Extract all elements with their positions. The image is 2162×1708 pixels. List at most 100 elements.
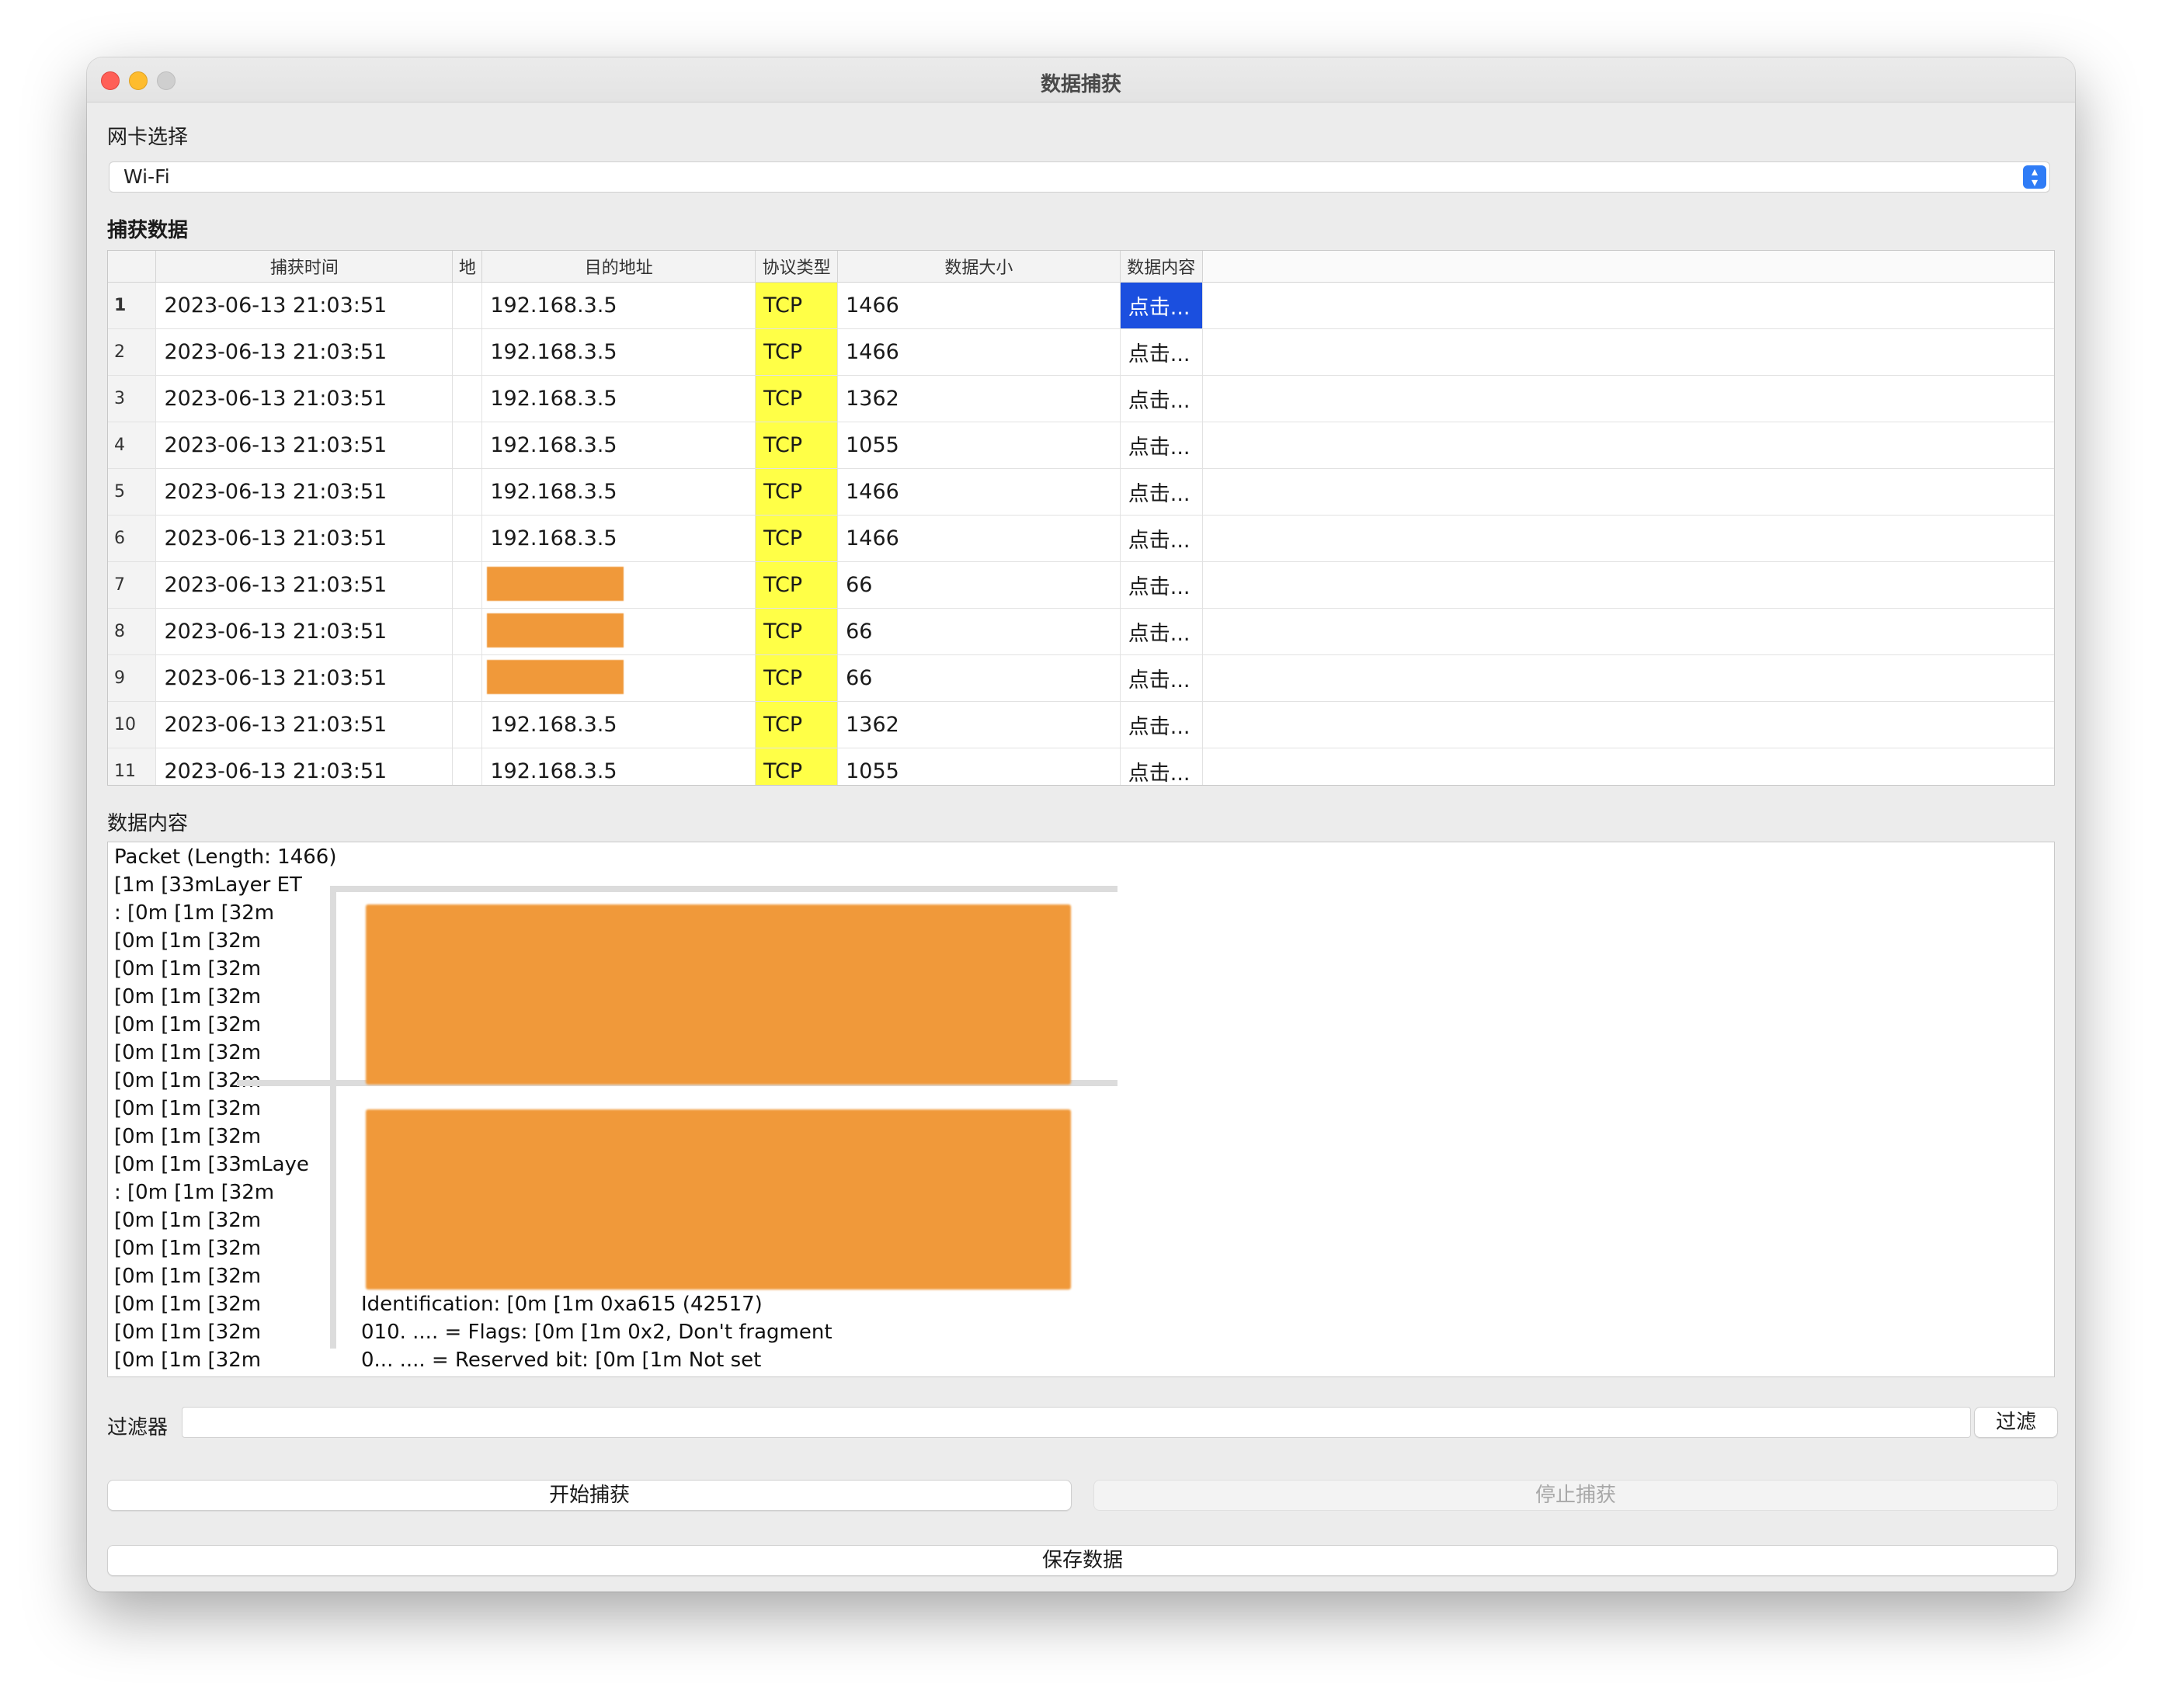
- window-title: 数据捕获: [1040, 73, 1121, 96]
- detail-line: [0m [1m [32m: [114, 1209, 262, 1232]
- nic-label: 网卡选择: [107, 126, 189, 149]
- size-cell: 1466: [837, 468, 1121, 516]
- destination-cell: [481, 608, 756, 655]
- row-number: 7: [108, 561, 157, 609]
- capture-time-cell: 2023-06-13 21:03:51: [155, 701, 454, 748]
- source-cell: [452, 375, 483, 422]
- content-link-cell[interactable]: 点击...: [1120, 375, 1203, 422]
- column-header-time[interactable]: 捕获时间: [155, 251, 454, 283]
- empty-cell: [1202, 468, 2054, 516]
- content-link-cell[interactable]: 点击...: [1120, 608, 1203, 655]
- content-link-cell[interactable]: 点击...: [1120, 654, 1203, 702]
- protocol-cell: TCP: [755, 282, 839, 329]
- row-number: 10: [108, 701, 157, 748]
- content-link-cell[interactable]: 点击...: [1120, 328, 1203, 376]
- detail-line: [0m [1m [32m: [114, 985, 262, 1008]
- content-link-cell[interactable]: 点击...: [1120, 561, 1203, 609]
- packet-detail-view[interactable]: [0m [1m [32m [0m [1m [32m [0m [1m [32m […: [107, 842, 2055, 1377]
- detail-line: [0m [1m [32m: [114, 957, 262, 981]
- detail-line: [0m [1m [32m: [114, 1349, 262, 1372]
- detail-line: : [0m [1m [32m: [114, 1181, 275, 1204]
- column-header-destination[interactable]: 目的地址: [481, 251, 756, 283]
- protocol-cell: TCP: [755, 422, 839, 469]
- source-cell: [452, 328, 483, 376]
- column-header-source[interactable]: 地: [452, 251, 483, 283]
- column-header-size[interactable]: 数据大小: [837, 251, 1121, 283]
- empty-cell: [1202, 515, 2054, 562]
- content-link-cell[interactable]: 点击...: [1120, 468, 1203, 516]
- start-capture-button[interactable]: 开始捕获: [107, 1480, 1072, 1511]
- app-window: 数据捕获 网卡选择 Wi-Fi ▴ ▾ 捕获数据 捕获时间 地 目的地址 协议类型…: [87, 57, 2075, 1592]
- title-bar: 数据捕获: [87, 57, 2075, 102]
- size-cell: 1466: [837, 515, 1121, 562]
- protocol-cell: TCP: [755, 701, 839, 748]
- size-cell: 1055: [837, 422, 1121, 469]
- protocol-cell: TCP: [755, 328, 839, 376]
- table-row[interactable]: 5 2023-06-13 21:03:51 192.168.3.5 TCP 1466 点击…: [108, 468, 2054, 516]
- destination-cell: 192.168.3.5: [481, 701, 756, 748]
- tree-guide-line: [330, 887, 336, 1349]
- table-row[interactable]: 4 2023-06-13 21:03:51 192.168.3.5 TCP 1055 点击…: [108, 422, 2054, 469]
- detail-line: [0m [1m [32m: [114, 1125, 262, 1148]
- table-row[interactable]: 11 2023-06-13 21:03:51 192.168.3.5 TCP 1055 点…: [108, 748, 2054, 785]
- filter-label: 过滤器: [107, 1416, 169, 1439]
- source-cell: [452, 748, 483, 785]
- source-cell: [452, 515, 483, 562]
- empty-cell: [1202, 561, 2054, 609]
- source-cell: [452, 608, 483, 655]
- size-cell: 1466: [837, 328, 1121, 376]
- redacted-address: [487, 613, 624, 647]
- table-row[interactable]: 3 2023-06-13 21:03:51 192.168.3.5 TCP 1362 点击…: [108, 375, 2054, 422]
- empty-cell: [1202, 328, 2054, 376]
- column-header-content[interactable]: 数据内容: [1120, 251, 1203, 283]
- nic-select[interactable]: Wi-Fi ▴ ▾: [109, 161, 2050, 193]
- chevron-up-down-icon: ▴ ▾: [2023, 165, 2046, 189]
- detail-line: [0m [1m [32m: [114, 1376, 261, 1377]
- table-row[interactable]: 8 2023-06-13 21:03:51 TCP 66 点击...: [108, 608, 2054, 655]
- content-link-cell[interactable]: 点击...: [1120, 282, 1203, 329]
- table-row[interactable]: 2 2023-06-13 21:03:51 192.168.3.5 TCP 1466 点击…: [108, 328, 2054, 376]
- filter-input[interactable]: [182, 1407, 1971, 1438]
- capture-time-cell: 2023-06-13 21:03:51: [155, 561, 454, 609]
- capture-time-cell: 2023-06-13 21:03:51: [155, 515, 454, 562]
- content-link-cell[interactable]: 点击...: [1120, 701, 1203, 748]
- empty-cell: [1202, 282, 2054, 329]
- table-header-row: 捕获时间 地 目的地址 协议类型 数据大小 数据内容: [108, 251, 2054, 283]
- redacted-address: [487, 566, 624, 601]
- destination-cell: [481, 654, 756, 702]
- empty-cell: [1202, 748, 2054, 785]
- row-number: 8: [108, 608, 157, 655]
- table-row[interactable]: 6 2023-06-13 21:03:51 192.168.3.5 TCP 1466 点击…: [108, 515, 2054, 562]
- destination-cell: 192.168.3.5: [481, 748, 756, 785]
- detail-line: [0m [1m [32m: [114, 1013, 262, 1036]
- table-row[interactable]: 7 2023-06-13 21:03:51 TCP 66 点击...: [108, 561, 2054, 609]
- redacted-address: [487, 659, 624, 694]
- size-cell: 66: [837, 608, 1121, 655]
- destination-cell: 192.168.3.5: [481, 328, 756, 376]
- stop-capture-button[interactable]: 停止捕获: [1093, 1480, 2058, 1511]
- empty-cell: [1202, 422, 2054, 469]
- packet-table[interactable]: 捕获时间 地 目的地址 协议类型 数据大小 数据内容 1 2023-06-13 2…: [107, 250, 2055, 786]
- content-link-cell[interactable]: 点击...: [1120, 422, 1203, 469]
- table-row[interactable]: 1 2023-06-13 21:03:51 192.168.3.5 TCP 1466 点击…: [108, 282, 2054, 329]
- table-row[interactable]: 10 2023-06-13 21:03:51 192.168.3.5 TCP 1362 点…: [108, 701, 2054, 748]
- content-link-cell[interactable]: 点击...: [1120, 748, 1203, 785]
- source-cell: [452, 654, 483, 702]
- detail-line: [1m [33mLayer ET: [114, 873, 302, 897]
- detail-line: [0m [1m [32m: [114, 1293, 262, 1316]
- protocol-cell: TCP: [755, 515, 839, 562]
- row-number: 1: [108, 282, 157, 329]
- detail-line: Packet (Length: 1466): [114, 845, 337, 869]
- destination-cell: [481, 561, 756, 609]
- capture-time-cell: 2023-06-13 21:03:51: [155, 468, 454, 516]
- destination-cell: 192.168.3.5: [481, 282, 756, 329]
- detail-line: [0m [1m [32m: [114, 1041, 262, 1064]
- column-header-protocol[interactable]: 协议类型: [755, 251, 839, 283]
- protocol-cell: TCP: [755, 748, 839, 785]
- content-link-cell[interactable]: 点击...: [1120, 515, 1203, 562]
- filter-button[interactable]: 过滤: [1974, 1407, 2058, 1438]
- capture-time-cell: 2023-06-13 21:03:51: [155, 422, 454, 469]
- save-data-button[interactable]: 保存数据: [107, 1545, 2058, 1576]
- table-row[interactable]: 9 2023-06-13 21:03:51 TCP 66 点击...: [108, 654, 2054, 702]
- capture-time-cell: 2023-06-13 21:03:51: [155, 654, 454, 702]
